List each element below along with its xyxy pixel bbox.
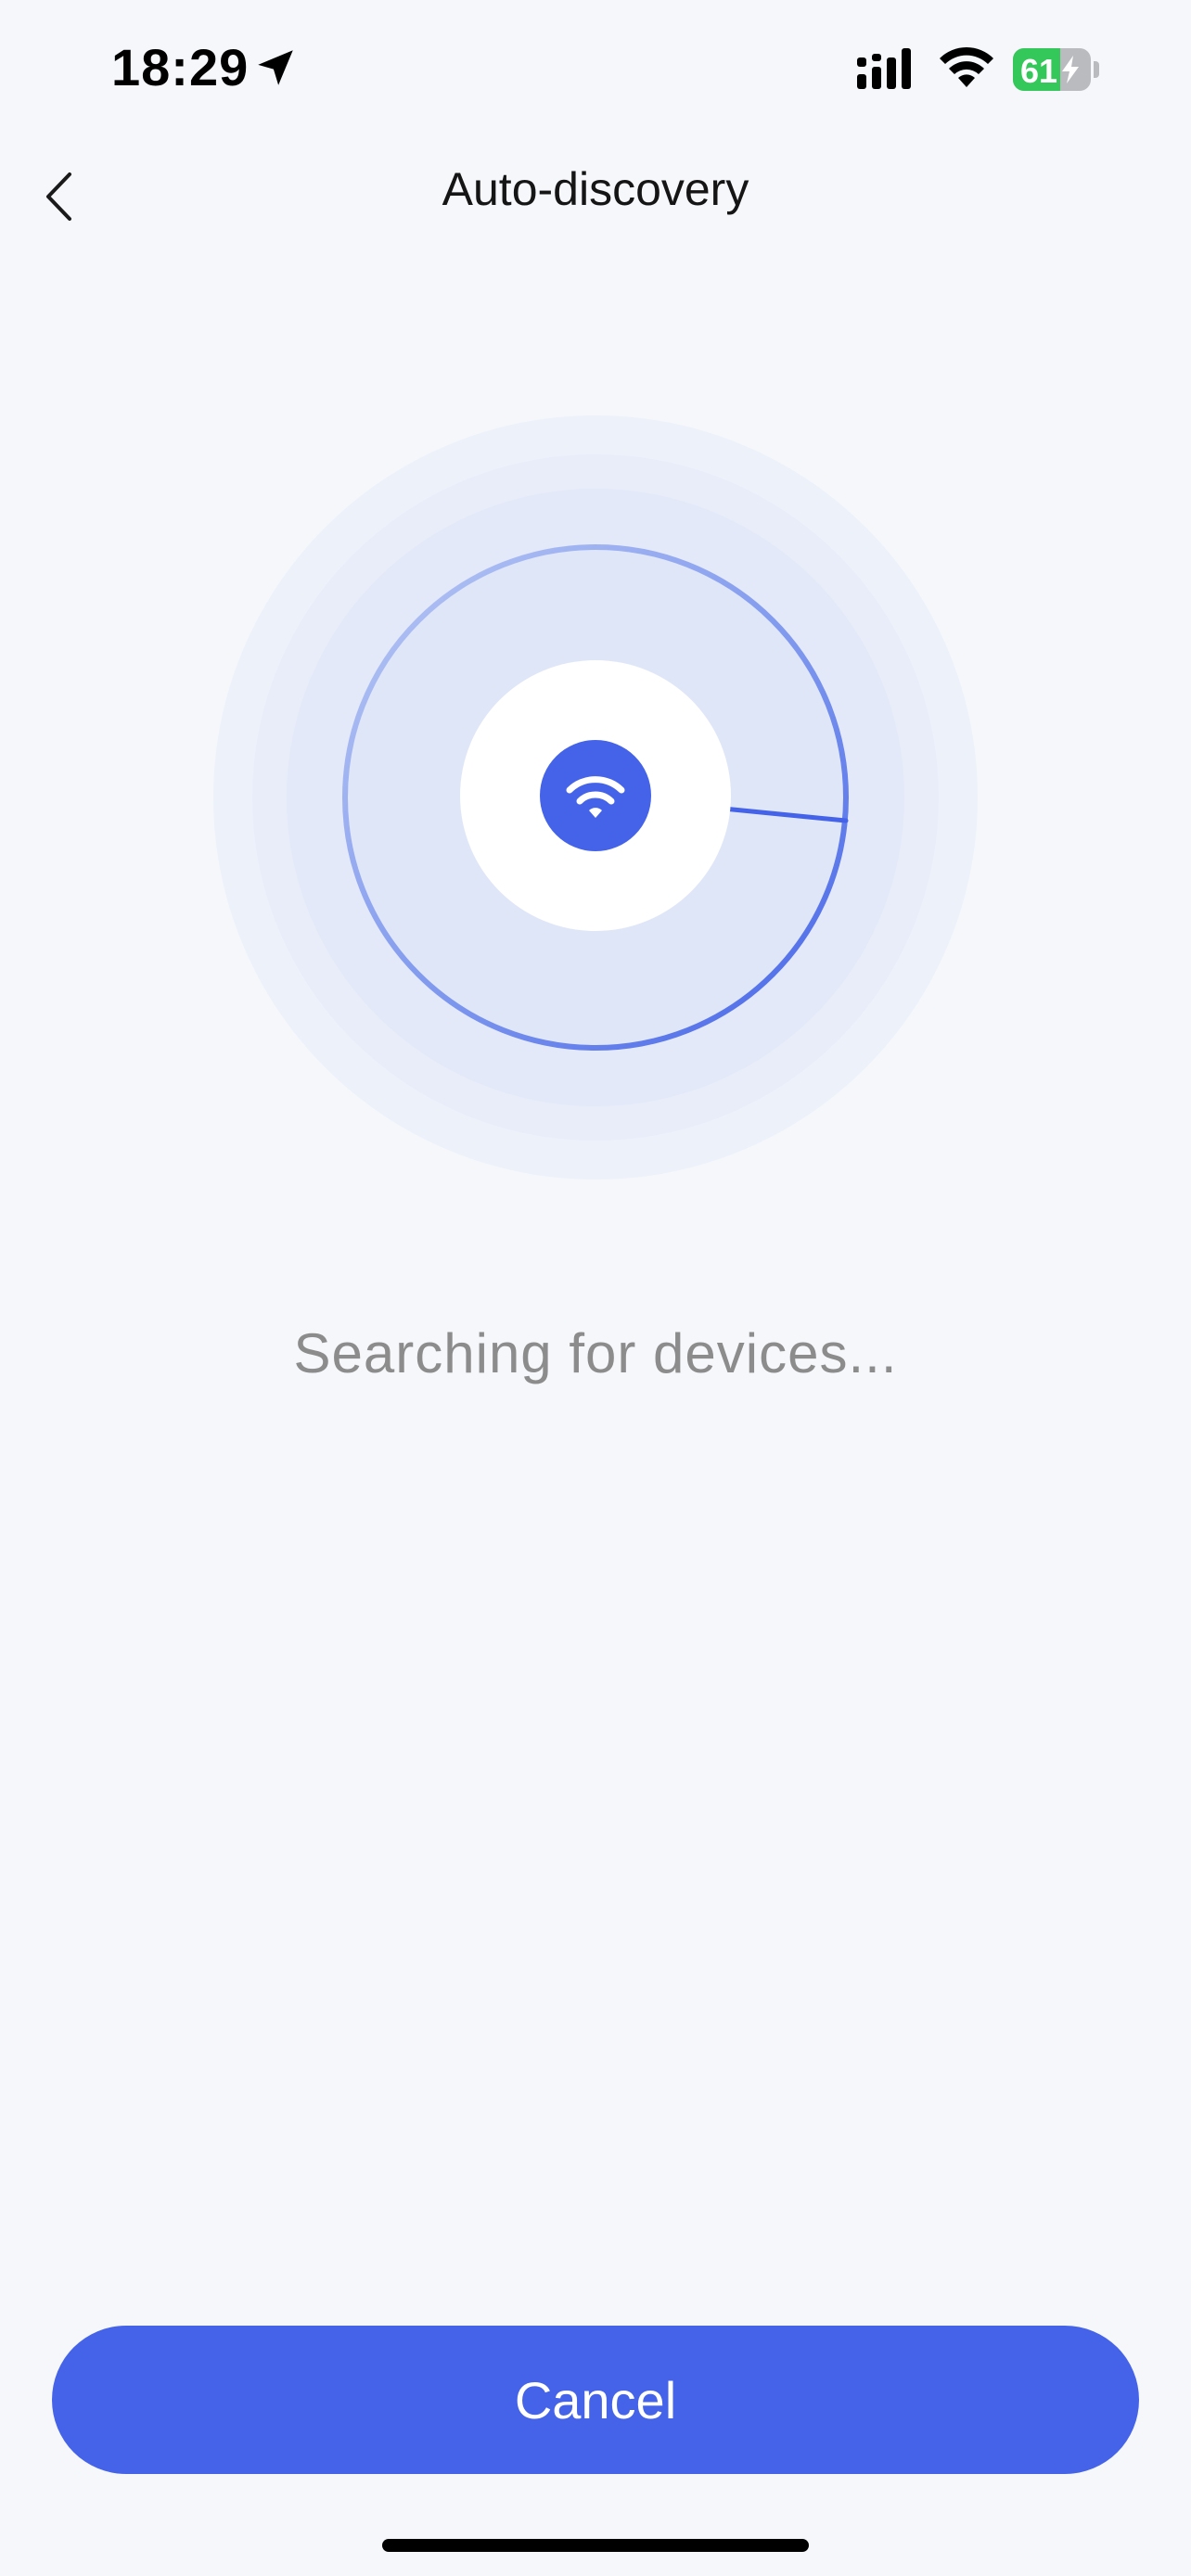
status-time: 18:29 [111, 38, 250, 96]
page-title: Auto-discovery [442, 163, 749, 215]
cancel-button[interactable]: Cancel [52, 2326, 1139, 2474]
nav-bar: Auto-discovery [0, 139, 1191, 250]
battery-charging-icon: 61 [1013, 48, 1099, 91]
battery-cap [1094, 61, 1099, 78]
status-bar: 18:29 61 [0, 0, 1191, 139]
battery-body: 61 [1013, 48, 1091, 91]
home-indicator[interactable] [382, 2539, 809, 2552]
battery-level: 61 [1020, 52, 1058, 90]
wifi-icon [940, 46, 993, 87]
charging-bolt-icon [1062, 56, 1079, 83]
searching-status-text: Searching for devices... [293, 1322, 898, 1384]
cellular-signal-icon [857, 48, 911, 89]
location-arrow-icon [258, 50, 293, 85]
radar-scan-graphic [213, 415, 978, 1180]
